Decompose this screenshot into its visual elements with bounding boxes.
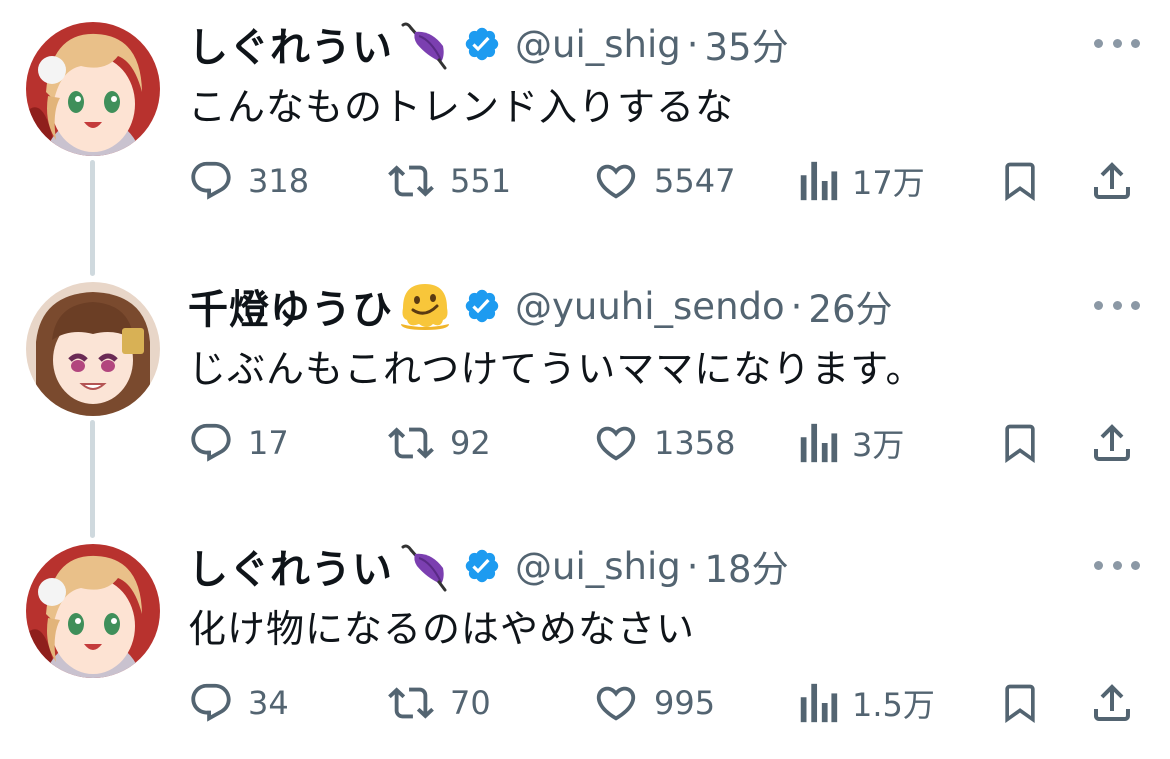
tweet-actions: 318 551 5547 17万 [0, 156, 1170, 206]
verified-badge-icon [465, 549, 499, 583]
melting-face-icon [401, 284, 449, 330]
retweet-count: 551 [450, 162, 512, 200]
retweet-count: 92 [450, 424, 491, 462]
retweet-icon [388, 165, 434, 197]
reply-button[interactable]: 34 [188, 678, 289, 728]
retweet-icon [388, 687, 434, 719]
retweet-icon [388, 427, 434, 459]
display-name[interactable]: 千燈ゆうひ [188, 277, 393, 335]
reply-icon [191, 423, 231, 462]
view-count: 17万 [852, 164, 925, 202]
like-button[interactable]: 995 [592, 678, 715, 728]
tweet[interactable]: 千燈ゆうひ @yuuhi_sendo · 26分 じぶんもこれつけてういママにな… [0, 262, 1170, 512]
like-count: 995 [654, 684, 716, 722]
analytics-icon [800, 423, 838, 463]
like-button[interactable]: 5547 [592, 156, 735, 206]
reply-count: 318 [248, 162, 310, 200]
like-count: 5547 [654, 162, 736, 200]
retweet-button[interactable]: 551 [386, 156, 511, 206]
avatar[interactable] [26, 282, 160, 416]
avatar[interactable] [26, 22, 160, 156]
separator-dot: · [790, 284, 803, 328]
analytics-icon [800, 683, 838, 723]
views-button[interactable]: 17万 [798, 156, 925, 206]
umbrella-icon [401, 22, 447, 70]
display-name[interactable]: しぐれうい [188, 15, 393, 73]
tweet-header: しぐれうい @ui_shig · 18分 [188, 538, 789, 594]
tweet-actions: 34 70 995 1.5万 [0, 678, 1170, 728]
reply-button[interactable]: 17 [188, 418, 289, 468]
share-icon [1094, 162, 1130, 199]
reply-icon [191, 161, 231, 200]
display-name[interactable]: しぐれうい [188, 537, 393, 595]
reply-count: 34 [248, 684, 289, 722]
share-button[interactable] [1088, 418, 1136, 468]
tweet-actions: 17 92 1358 3万 [0, 418, 1170, 468]
view-count: 1.5万 [852, 686, 935, 724]
tweet[interactable]: しぐれうい @ui_shig · 35分 こんなものトレンド入りするな 318 … [0, 0, 1170, 250]
tweet-header: しぐれうい @ui_shig · 35分 [188, 16, 789, 72]
more-options-icon[interactable] [1094, 298, 1140, 312]
share-icon [1094, 424, 1130, 461]
bookmark-icon [1005, 684, 1035, 724]
separator-dot: · [686, 544, 699, 588]
bookmark-button[interactable] [998, 678, 1042, 728]
tweet[interactable]: しぐれうい @ui_shig · 18分 化け物になるのはやめなさい 34 70… [0, 522, 1170, 759]
handle[interactable]: @ui_shig [515, 23, 681, 66]
bookmark-icon [1005, 162, 1035, 202]
like-count: 1358 [654, 424, 736, 462]
separator-dot: · [686, 22, 699, 66]
reply-count: 17 [248, 424, 289, 462]
timestamp[interactable]: 18分 [705, 539, 789, 593]
view-count: 3万 [852, 426, 905, 464]
reply-icon [191, 683, 231, 722]
more-options-icon[interactable] [1094, 36, 1140, 50]
retweet-button[interactable]: 70 [386, 678, 491, 728]
share-button[interactable] [1088, 678, 1136, 728]
views-button[interactable]: 3万 [798, 418, 904, 468]
bookmark-icon [1005, 424, 1035, 464]
share-icon [1094, 684, 1130, 721]
tweet-text: 化け物になるのはやめなさい [188, 607, 696, 651]
analytics-icon [800, 161, 838, 201]
avatar[interactable] [26, 544, 160, 678]
retweet-count: 70 [450, 684, 491, 722]
handle[interactable]: @yuuhi_sendo [515, 285, 785, 328]
heart-icon [596, 164, 636, 199]
tweet-header: 千燈ゆうひ @yuuhi_sendo · 26分 [188, 278, 893, 334]
timestamp[interactable]: 35分 [705, 17, 789, 71]
heart-icon [596, 426, 636, 461]
tweet-text: じぶんもこれつけてういママになります。 [188, 347, 925, 391]
reply-button[interactable]: 318 [188, 156, 309, 206]
bookmark-button[interactable] [998, 156, 1042, 206]
views-button[interactable]: 1.5万 [798, 678, 935, 728]
bookmark-button[interactable] [998, 418, 1042, 468]
heart-icon [596, 686, 636, 721]
timestamp[interactable]: 26分 [808, 279, 892, 333]
umbrella-icon [401, 544, 447, 592]
retweet-button[interactable]: 92 [386, 418, 491, 468]
verified-badge-icon [465, 27, 499, 61]
tweet-text: こんなものトレンド入りするな [188, 85, 735, 129]
share-button[interactable] [1088, 156, 1136, 206]
more-options-icon[interactable] [1094, 558, 1140, 572]
handle[interactable]: @ui_shig [515, 545, 681, 588]
verified-badge-icon [465, 289, 499, 323]
like-button[interactable]: 1358 [592, 418, 735, 468]
